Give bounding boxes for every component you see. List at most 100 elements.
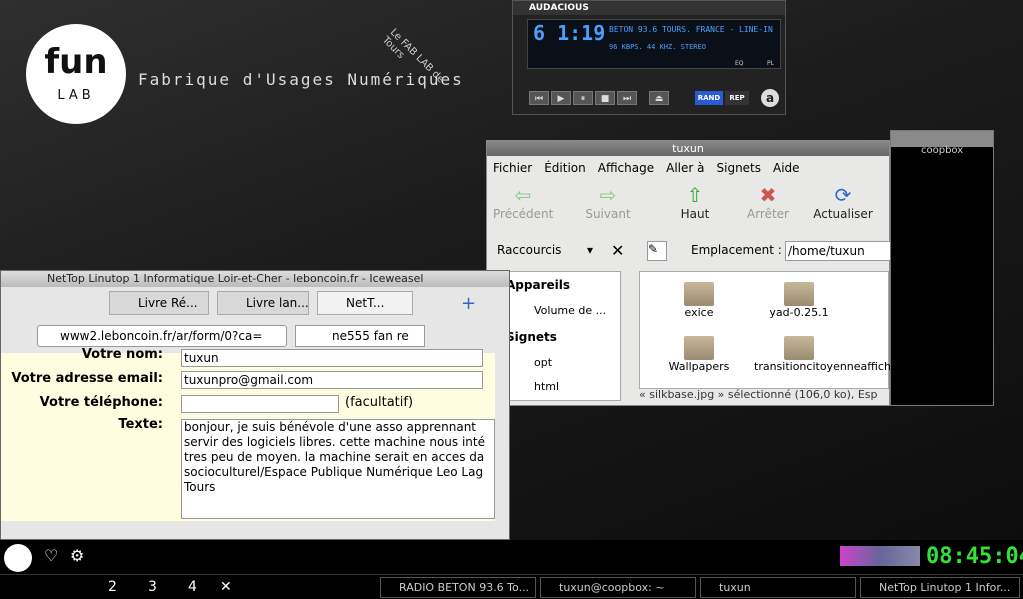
file-item[interactable]: exice — [654, 282, 744, 319]
up-label: Haut — [680, 207, 710, 221]
audacious-titlebar[interactable]: AUDACIOUS — [513, 1, 785, 15]
file-item[interactable]: yad-0.25.1 — [754, 282, 844, 319]
coopbox-title: coopbox — [921, 145, 964, 156]
email-field[interactable]: tuxunpro@gmail.com — [181, 371, 483, 389]
folder-icon — [784, 282, 814, 306]
back-arrow-icon: ⇦ — [514, 183, 532, 207]
menu-fichier[interactable]: Fichier — [487, 159, 538, 177]
taskbar: 2 3 4 ✕ RADIO BETON 93.6 To... tuxun@coo… — [0, 574, 1023, 599]
task-file-manager[interactable]: tuxun — [700, 577, 856, 598]
url-bar[interactable]: www2.leboncoin.fr/ar/form/0?ca= — [37, 325, 287, 347]
heart-icon[interactable]: ♡ — [44, 546, 58, 565]
workspace-2[interactable]: 2 — [108, 579, 117, 595]
workspace-3[interactable]: 3 — [148, 579, 157, 595]
text-label: Texte: — [118, 417, 163, 432]
side-opt[interactable]: opt — [534, 356, 552, 369]
pl-toggle[interactable]: PL — [767, 60, 774, 67]
tab-active[interactable]: NetT... — [317, 291, 413, 315]
play-button[interactable]: ▶ — [551, 91, 571, 105]
browser-window[interactable]: NetTop Linutop 1 Informatique Loir-et-Ch… — [0, 270, 510, 540]
folder-icon — [684, 336, 714, 360]
menu-affichage[interactable]: Affichage — [592, 159, 660, 177]
file-item[interactable]: Wallpapers — [654, 336, 744, 373]
back-button[interactable]: ⇦ Précédent — [493, 183, 553, 221]
phone-note: (facultatif) — [345, 395, 414, 410]
toolbar: ⇦ Précédent ⇨ Suivant ⇧ Haut ✖ Arrêter ⟳ Actu… — [487, 181, 891, 231]
prev-button[interactable]: ⏮ — [529, 91, 549, 105]
location-input[interactable]: /home/tuxun — [785, 241, 891, 261]
tab-strip: Livre Ré... Livre lan... NetT... + — [1, 289, 511, 315]
funlab-menu-icon[interactable] — [4, 544, 32, 572]
pause-button[interactable]: ⏸ — [573, 91, 593, 105]
stop-icon: ✖ — [759, 183, 777, 207]
workspace-4[interactable]: 4 — [188, 579, 197, 595]
menu-aller[interactable]: Aller à — [660, 159, 710, 177]
stop-button[interactable]: ✖ Arrêter — [743, 183, 793, 221]
top-panel: ♡ ⚙ — [0, 540, 1023, 574]
tab-2[interactable]: Livre lan... — [217, 291, 309, 315]
gear-icon[interactable]: ⚙ — [70, 546, 84, 565]
devices-heading: Appareils — [506, 278, 570, 292]
menu-aide[interactable]: Aide — [767, 159, 806, 177]
logo-fun-text: fun — [44, 42, 108, 82]
audacious-player[interactable]: AUDACIOUS 6 1:19 BETON 93.6 TOURS. FRANC… — [512, 0, 786, 115]
forward-button[interactable]: ⇨ Suivant — [583, 183, 633, 221]
file-manager-titlebar[interactable]: tuxun — [487, 141, 889, 156]
stop-button[interactable]: ■ — [595, 91, 615, 105]
forward-label: Suivant — [585, 207, 631, 221]
file-manager-window[interactable]: tuxun Fichier Édition Affichage Aller à Sign… — [486, 140, 898, 406]
close-x-icon[interactable]: ✕ — [220, 579, 232, 595]
location-label: Emplacement : — [691, 243, 782, 257]
up-arrow-icon: ⇧ — [686, 183, 704, 207]
folder-icon — [684, 282, 714, 306]
task-browser[interactable]: NetTop Linutop 1 Infor... — [860, 577, 1020, 598]
bookmarks-heading: Signets — [506, 330, 557, 344]
file-item[interactable]: transitioncitoyenneaffiche — [754, 336, 898, 373]
side-html[interactable]: html — [534, 380, 559, 393]
search-input[interactable]: ne555 fan re — [295, 325, 425, 347]
stream-info: 96 KBPS. 44 KHZ. STEREO — [609, 43, 706, 51]
reload-button[interactable]: ⟳ Actualiser — [813, 183, 873, 221]
eq-toggle[interactable]: EQ — [735, 60, 744, 67]
message-textarea[interactable]: bonjour, je suis bénévole d'une asso app… — [181, 419, 495, 519]
eject-button[interactable]: ⏏ — [649, 91, 669, 105]
new-tab-icon[interactable]: + — [461, 293, 476, 314]
funlab-logo: fun LAB — [26, 24, 126, 124]
phone-label: Votre téléphone: — [39, 395, 163, 410]
email-label: Votre adresse email: — [11, 371, 163, 386]
close-sidebar-icon[interactable]: ✕ — [611, 241, 624, 260]
phone-field[interactable] — [181, 395, 339, 413]
browser-titlebar[interactable]: NetTop Linutop 1 Informatique Loir-et-Ch… — [1, 271, 509, 287]
repeat-button[interactable]: REP — [725, 91, 749, 105]
edit-location-icon[interactable]: ✎ — [647, 241, 667, 261]
stop-label: Arrêter — [746, 207, 789, 221]
task-radio[interactable]: RADIO BETON 93.6 To... — [380, 577, 536, 598]
reload-label: Actualiser — [813, 207, 873, 221]
logo-lab-text: LAB — [57, 88, 95, 103]
reload-icon: ⟳ — [834, 183, 852, 207]
tab-1[interactable]: Livre Ré... — [109, 291, 209, 315]
file-view: exice yad-0.25.1 Wallpapers transitionci… — [639, 271, 898, 389]
page-content: Votre nom: tuxun Votre adresse email: tu… — [1, 347, 495, 521]
task-terminal[interactable]: tuxun@coopbox: ~ — [540, 577, 696, 598]
coopbox-window[interactable]: coopbox — [890, 130, 994, 406]
back-label: Précédent — [493, 207, 554, 221]
menu-edition[interactable]: Édition — [538, 159, 592, 177]
clock[interactable]: 08:45:04 — [926, 544, 1023, 569]
location-bar: Raccourcis ▾ ✕ ✎ Emplacement : /home/tux… — [487, 239, 891, 265]
folder-icon — [784, 336, 814, 360]
status-bar: « silkbase.jpg » sélectionné (106,0 ko),… — [639, 388, 878, 401]
menu-signets[interactable]: Signets — [711, 159, 768, 177]
rand-button[interactable]: RAND — [695, 91, 723, 105]
next-button[interactable]: ⏭ — [617, 91, 637, 105]
name-field[interactable]: tuxun — [181, 349, 483, 367]
song-title: BETON 93.6 TOURS. FRANCE - LINE-IN — [609, 25, 773, 34]
playback-time: 6 1:19 — [533, 21, 606, 45]
side-volume[interactable]: Volume de ... — [534, 304, 606, 317]
chevron-down-icon[interactable]: ▾ — [587, 243, 593, 257]
forward-arrow-icon: ⇨ — [599, 183, 617, 207]
audacious-logo-icon: a — [761, 89, 779, 107]
cpu-graph — [840, 546, 920, 566]
up-button[interactable]: ⇧ Haut — [673, 183, 717, 221]
shortcuts-dropdown[interactable]: Raccourcis — [497, 243, 561, 257]
